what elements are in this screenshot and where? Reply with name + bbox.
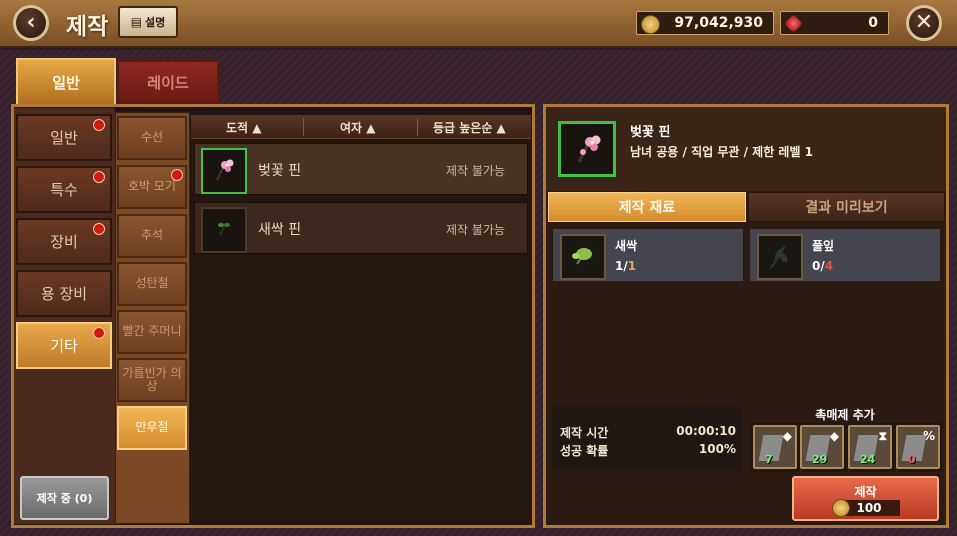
gold-coin-icon: [832, 499, 850, 517]
rate-label: 성공 확률: [560, 444, 609, 458]
notification-dot: [93, 171, 105, 183]
subcategory-label: 호박 모기: [128, 179, 176, 194]
material-name: 새싹: [615, 239, 638, 253]
sort-bar: 도적 ▲ 여자 ▲ 등급 높은순 ▲: [191, 115, 531, 139]
chevron-left-icon: ‹: [26, 10, 36, 35]
catalyst-slot[interactable]: ◆ 7: [753, 425, 797, 469]
material-slot: 새싹 1/1: [553, 229, 743, 281]
subcategory-chuseok[interactable]: 추석: [117, 214, 187, 258]
time-label: 제작 시간: [560, 426, 609, 440]
material-slot: 풀잎 0/4: [750, 229, 940, 281]
ruby-icon: [784, 14, 803, 33]
category-label: 용 장비: [40, 285, 88, 303]
rate-value: 100%: [698, 442, 736, 456]
craft-stats: 제작 시간 00:00:10 성공 확률 100%: [552, 407, 742, 471]
material-thumbnail: [757, 234, 803, 280]
catalyst-symbol: ◆: [829, 429, 839, 443]
detail-item-name: 벚꽃 핀: [630, 125, 671, 140]
help-label: 설명: [145, 16, 166, 29]
tab-raid[interactable]: 레이드: [117, 60, 219, 104]
page-title: 제작: [66, 14, 109, 40]
book-icon: ▤: [130, 15, 143, 29]
sort-female[interactable]: 여자 ▲: [340, 119, 376, 136]
catalyst-count: 7: [765, 453, 773, 466]
material-count: 0/4: [812, 259, 834, 273]
tab-preview[interactable]: 결과 미리보기: [748, 192, 945, 222]
list-item[interactable]: 새싹 핀 제작 불가능: [194, 202, 528, 254]
close-button[interactable]: ✕: [906, 5, 942, 41]
divider: [417, 118, 418, 136]
category-dragon-equipment[interactable]: 용 장비: [16, 270, 112, 317]
divider: [303, 118, 304, 136]
item-status: 제작 불가능: [445, 164, 505, 178]
sprout-pin-icon: [218, 223, 230, 236]
catalyst-slot[interactable]: % 0: [896, 425, 940, 469]
catalyst-count: 24: [860, 453, 876, 466]
close-icon: ✕: [914, 10, 934, 35]
material-name: 풀잎: [812, 239, 835, 253]
gem-counter: 0: [780, 11, 889, 35]
category-special[interactable]: 특수: [16, 166, 112, 213]
craft-button[interactable]: 제작 100: [792, 476, 939, 521]
catalyst-slot[interactable]: ⧗ 24: [848, 425, 892, 469]
material-count: 1/1: [615, 259, 637, 273]
catalyst-slot[interactable]: ◆ 29: [800, 425, 844, 469]
subcategory-repair[interactable]: 수선: [117, 116, 187, 160]
item-name: 벚꽃 핀: [258, 163, 302, 179]
time-value: 00:00:10: [676, 424, 736, 438]
item-thumbnail: [201, 148, 247, 194]
tab-normal[interactable]: 일반: [16, 58, 116, 104]
back-button[interactable]: ‹: [13, 5, 49, 41]
category-etc[interactable]: 기타: [16, 322, 112, 369]
catalyst-symbol: %: [922, 429, 935, 443]
notification-dot: [93, 223, 105, 235]
craft-label: 제작: [854, 485, 877, 499]
help-button[interactable]: ▤ 설명: [118, 6, 178, 38]
tab-materials[interactable]: 제작 재료: [548, 192, 746, 222]
subcategory-pumpkin[interactable]: 호박 모기: [117, 165, 187, 209]
subcategory-april-fools[interactable]: 만우절: [117, 406, 187, 450]
catalyst-label: 촉매제 추가: [815, 408, 875, 422]
subcategory-christmas[interactable]: 성탄절: [117, 262, 187, 306]
detail-item-info: 남녀 공용 / 직업 무관 / 제한 레벨 1: [630, 145, 814, 159]
gold-coin-icon: [641, 15, 660, 34]
crafting-queue-button[interactable]: 제작 중 (0): [20, 476, 109, 520]
material-thumbnail: [560, 234, 606, 280]
gold-counter: 97,042,930: [636, 11, 774, 35]
gem-value: 0: [868, 15, 878, 31]
item-thumbnail: [201, 207, 247, 253]
notification-dot: [171, 169, 183, 181]
sort-male[interactable]: 도적 ▲: [226, 119, 262, 136]
catalyst-count: 0: [908, 453, 916, 466]
category-label: 특수: [50, 181, 78, 199]
category-label: 기타: [50, 337, 78, 355]
category-label: 장비: [50, 233, 78, 251]
category-equipment[interactable]: 장비: [16, 218, 112, 265]
catalyst-symbol: ⧗: [878, 429, 887, 443]
item-name: 새싹 핀: [258, 222, 302, 238]
subcategory-red-pouch[interactable]: 빨간 주머니: [117, 310, 187, 354]
category-normal[interactable]: 일반: [16, 114, 112, 161]
catalyst-symbol: ◆: [782, 429, 792, 443]
gold-value: 97,042,930: [674, 15, 763, 31]
detail-thumbnail: [558, 121, 616, 177]
cherry-blossom-pin-icon: [216, 159, 234, 181]
catalyst-count: 29: [812, 453, 828, 466]
notification-dot: [93, 327, 105, 339]
subcategory-costume[interactable]: 가름빈가 의상: [117, 358, 187, 402]
item-status: 제작 불가능: [445, 223, 505, 237]
notification-dot: [93, 119, 105, 131]
cherry-blossom-pin-icon: [577, 135, 601, 163]
category-label: 일반: [50, 129, 78, 147]
leaf-icon: [770, 245, 788, 269]
list-item[interactable]: 벚꽃 핀 제작 불가능: [194, 143, 528, 195]
sort-grade[interactable]: 등급 높은순 ▲: [433, 119, 506, 136]
sprout-icon: [572, 248, 592, 265]
